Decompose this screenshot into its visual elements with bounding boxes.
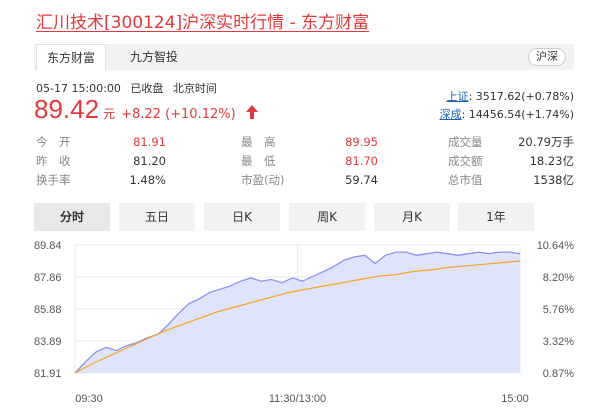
index-row-shenzhen: 深成: 14456.54(+1.74%) <box>440 106 574 124</box>
tab-eastmoney[interactable]: 东方财富 <box>36 44 107 70</box>
y-tick-percent: 8.20% <box>543 272 574 284</box>
stat-label-low: 最 低 <box>241 154 276 168</box>
stat-label-turnover-amount: 成交额 <box>448 154 483 168</box>
up-arrow-icon <box>245 105 258 119</box>
x-tick-label: 15:00 <box>501 393 529 405</box>
stat-label-open: 今 开 <box>36 135 71 149</box>
stats-row: 昨 收 81.20 最 低 81.70 成交额 18.23亿 <box>36 152 576 171</box>
stats-row: 换手率 1.48% 市盈(动) 59.74 总市值 1538亿 <box>36 171 576 190</box>
price-row: 89.42 元 +8.22 (+10.12%) <box>34 94 259 128</box>
stat-value-market-cap: 1538亿 <box>533 173 574 187</box>
stat-label-prev-close: 昨 收 <box>36 154 71 168</box>
stat-value-high: 89.95 <box>345 135 378 149</box>
stat-label-volume: 成交量 <box>448 135 483 149</box>
index-row-shanghai: 上证: 3517.62(+0.78%) <box>440 88 574 106</box>
stat-label-high: 最 高 <box>241 135 276 149</box>
stat-value-low: 81.70 <box>345 154 378 168</box>
stat-label-turnover-rate: 换手率 <box>36 173 71 187</box>
stat-value-turnover-rate: 1.48% <box>129 173 166 187</box>
index-value-shenzhen: : 14456.54(+1.74%) <box>461 108 574 121</box>
market-badge[interactable]: 沪深 <box>528 48 566 66</box>
intraday-chart-svg[interactable]: 89.84 87.86 85.88 83.89 81.91 10.64% 8.20% 5.76… <box>0 236 600 414</box>
stat-value-volume: 20.79万手 <box>518 135 574 149</box>
stat-value-pe: 59.74 <box>345 173 378 187</box>
stat-value-prev-close: 81.20 <box>133 154 166 168</box>
source-tabbar: 东方财富 九方智投 沪深 <box>34 44 574 70</box>
price-change: +8.22 (+10.12%) <box>121 107 236 122</box>
x-tick-label: 09:30 <box>75 393 103 405</box>
period-intraday-button[interactable]: 分时 <box>34 203 110 231</box>
y-tick-percent: 0.87% <box>543 368 574 380</box>
intraday-chart[interactable]: 89.84 87.86 85.88 83.89 81.91 10.64% 8.20% 5.76… <box>0 236 600 414</box>
stat-label-market-cap: 总市值 <box>448 173 483 187</box>
index-box: 上证: 3517.62(+0.78%) 深成: 14456.54(+1.74%) <box>440 88 574 124</box>
period-weekly-k-button[interactable]: 周K <box>289 203 365 231</box>
period-5day-button[interactable]: 五日 <box>119 203 195 231</box>
page-title[interactable]: 汇川技术[300124]沪深实时行情 - 东方财富 <box>36 8 369 34</box>
y-tick-price: 83.89 <box>34 336 62 348</box>
y-tick-price: 81.91 <box>34 368 62 380</box>
page-title-link[interactable]: 汇川技术[300124]沪深实时行情 - 东方财富 <box>36 13 369 33</box>
stat-value-open: 81.91 <box>133 135 166 149</box>
period-selector: 分时 五日 日K 周K 月K 1年 <box>34 203 574 233</box>
y-tick-price: 85.88 <box>34 304 62 316</box>
index-name-shanghai[interactable]: 上证 <box>447 90 469 103</box>
period-1year-button[interactable]: 1年 <box>458 203 534 231</box>
stat-label-pe: 市盈(动) <box>241 173 285 187</box>
y-tick-percent: 5.76% <box>543 304 574 316</box>
y-tick-price: 89.84 <box>34 240 62 252</box>
x-tick-label: 11:30/13:00 <box>269 393 326 405</box>
y-tick-percent: 10.64% <box>537 240 575 252</box>
period-daily-k-button[interactable]: 日K <box>204 203 280 231</box>
stats-row: 今 开 81.91 最 高 89.95 成交量 20.79万手 <box>36 133 576 152</box>
stats-grid: 今 开 81.91 最 高 89.95 成交量 20.79万手 昨 收 81.2… <box>36 133 576 190</box>
y-tick-price: 87.86 <box>34 272 62 284</box>
tab-jiufang[interactable]: 九方智投 <box>120 44 188 70</box>
period-monthly-k-button[interactable]: 月K <box>374 203 450 231</box>
stat-value-turnover-amount: 18.23亿 <box>529 154 574 168</box>
y-tick-percent: 3.32% <box>543 336 574 348</box>
current-price: 89.42 <box>34 94 100 124</box>
price-unit: 元 <box>103 107 116 121</box>
index-name-shenzhen[interactable]: 深成 <box>440 108 462 121</box>
index-value-shanghai: : 3517.62(+0.78%) <box>468 90 574 103</box>
